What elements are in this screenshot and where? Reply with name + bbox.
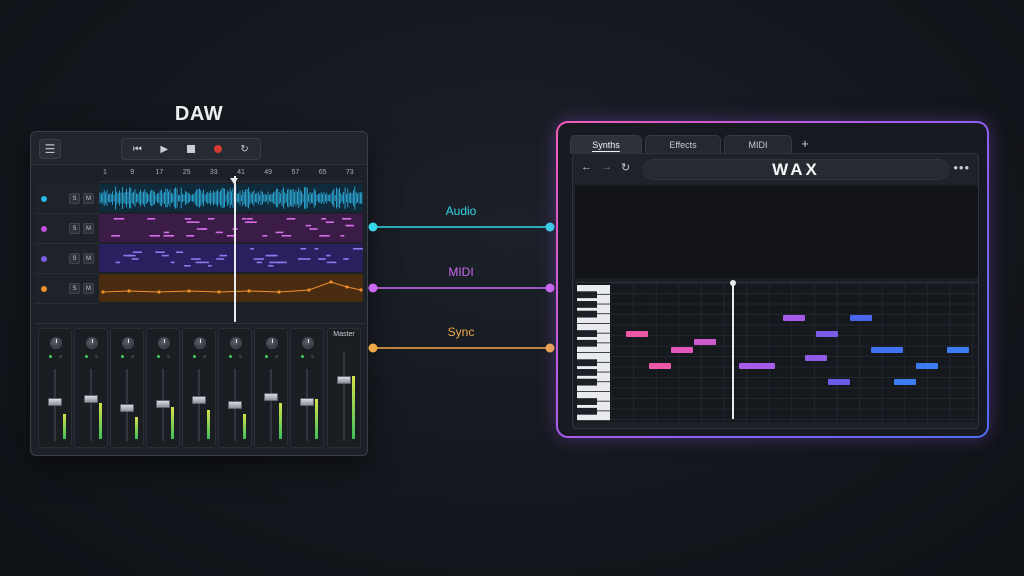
piano-roll-note[interactable] bbox=[947, 347, 969, 353]
black-key[interactable] bbox=[577, 310, 597, 318]
black-key[interactable] bbox=[577, 378, 597, 386]
back-arrow-icon[interactable]: ← bbox=[581, 161, 592, 173]
midi-connector-end bbox=[545, 283, 555, 293]
wax-brand: WAX bbox=[772, 160, 820, 179]
black-key[interactable] bbox=[577, 301, 597, 308]
sync-label: Sync bbox=[447, 325, 475, 339]
black-key[interactable] bbox=[577, 359, 597, 367]
diagram-canvas: DAW ☰ ⏮ ▶ ↻ 1 9 17 25 33 41 49 57 65 73 SMSMSMSM bbox=[0, 0, 1024, 576]
piano-roll-note[interactable] bbox=[871, 347, 903, 353]
piano-roll-note[interactable] bbox=[805, 355, 827, 361]
wax-browser: ← → ↻ WAX ••• bbox=[572, 153, 979, 429]
plus-icon[interactable]: + bbox=[795, 136, 815, 153]
more-dots-icon[interactable]: ••• bbox=[953, 160, 970, 175]
audio-connector-start bbox=[368, 222, 378, 232]
piano-roll-note[interactable] bbox=[626, 331, 648, 337]
reload-icon[interactable]: ↻ bbox=[621, 161, 630, 174]
tab-effects[interactable]: Effects bbox=[645, 135, 721, 154]
piano-roll-grid[interactable] bbox=[611, 283, 978, 423]
piano-roll-note[interactable] bbox=[916, 363, 938, 369]
tab-synths[interactable]: Synths bbox=[570, 135, 642, 154]
black-key[interactable] bbox=[577, 291, 597, 299]
black-key[interactable] bbox=[577, 407, 597, 415]
wax-waveform bbox=[581, 202, 973, 262]
audio-label: Audio bbox=[445, 204, 477, 218]
tab-midi[interactable]: MIDI bbox=[724, 135, 792, 154]
piano-roll-note[interactable] bbox=[739, 363, 775, 369]
piano-roll-note[interactable] bbox=[816, 331, 838, 337]
audio-connector-end bbox=[545, 222, 555, 232]
black-key[interactable] bbox=[577, 398, 597, 405]
piano-roll-note[interactable] bbox=[894, 379, 916, 385]
piano-roll[interactable] bbox=[575, 280, 978, 423]
piano-keys[interactable] bbox=[577, 285, 610, 421]
forward-arrow-icon[interactable]: → bbox=[601, 161, 612, 173]
black-key[interactable] bbox=[577, 369, 597, 376]
wax-navbar: ← → ↻ WAX ••• bbox=[573, 154, 978, 184]
black-key[interactable] bbox=[577, 330, 597, 337]
piano-roll-note[interactable] bbox=[649, 363, 671, 369]
midi-label: MIDI bbox=[448, 265, 474, 279]
midi-connector-start bbox=[368, 283, 378, 293]
piano-roll-note[interactable] bbox=[850, 315, 872, 321]
roll-playhead[interactable] bbox=[732, 283, 734, 419]
sync-connector-start bbox=[368, 343, 378, 353]
piano-roll-note[interactable] bbox=[783, 315, 805, 321]
wax-window: Synths Effects MIDI + ← → ↻ WAX ••• bbox=[556, 121, 989, 438]
piano-roll-note[interactable] bbox=[671, 347, 693, 353]
piano-roll-note[interactable] bbox=[828, 379, 850, 385]
piano-roll-note[interactable] bbox=[694, 339, 716, 345]
wax-waveform-panel[interactable] bbox=[575, 186, 978, 278]
sync-connector-end bbox=[545, 343, 555, 353]
black-key[interactable] bbox=[577, 339, 597, 347]
